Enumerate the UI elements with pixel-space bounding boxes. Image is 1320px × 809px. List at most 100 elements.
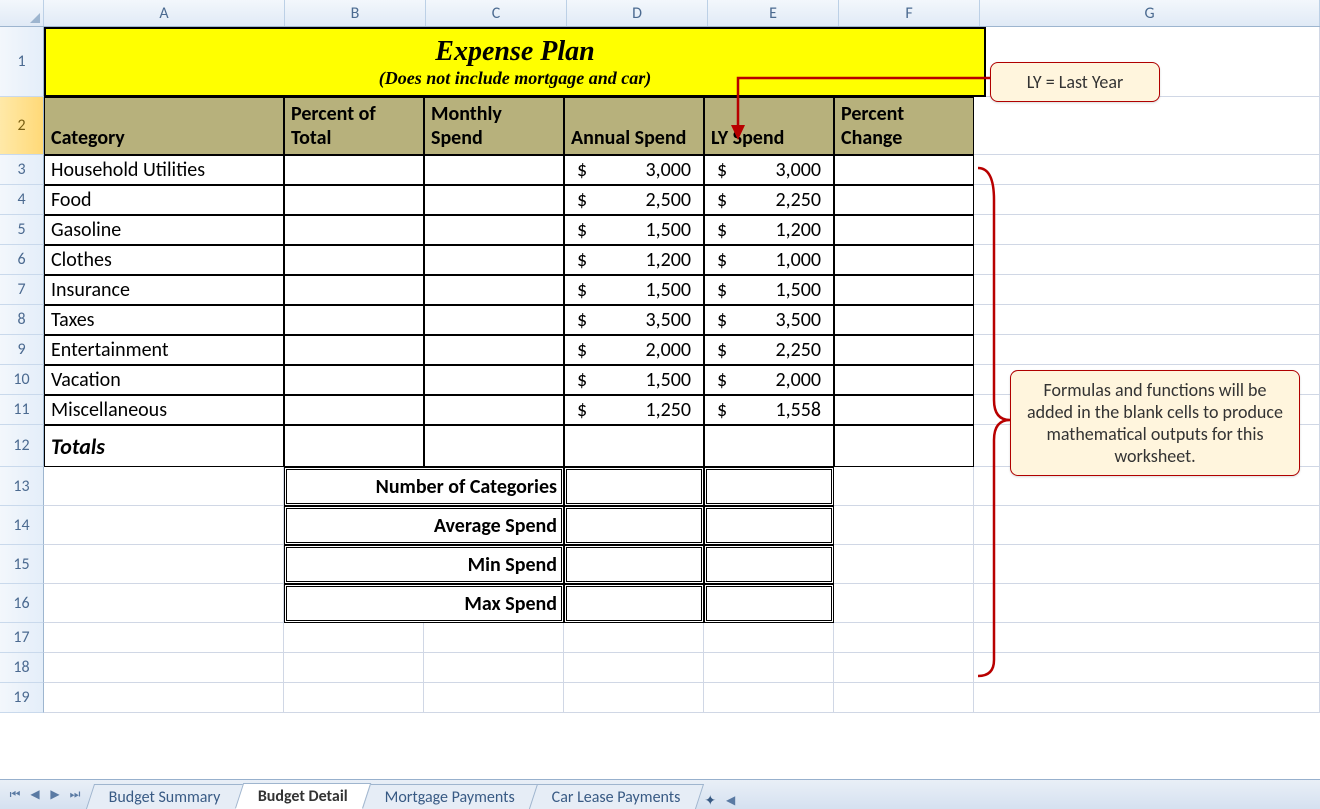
cell-G8[interactable] (974, 305, 1320, 335)
cell-percent-of-total[interactable] (284, 305, 424, 335)
summary-min-label[interactable]: Min Spend (284, 545, 564, 584)
cell-percent-of-total[interactable] (284, 185, 424, 215)
cell-F15[interactable] (834, 545, 974, 584)
cell-monthly-spend[interactable] (424, 365, 564, 395)
col-header-F[interactable]: F (839, 0, 980, 26)
cell-category-name[interactable]: Vacation (44, 365, 284, 395)
cell-G18[interactable] (974, 653, 1320, 683)
cell-E12[interactable] (704, 425, 834, 467)
cell-annual-spend[interactable]: $1,500 (564, 215, 704, 245)
cell-F17[interactable] (834, 623, 974, 653)
cell-category-name[interactable]: Miscellaneous (44, 395, 284, 425)
cell-annual-spend[interactable]: $3,500 (564, 305, 704, 335)
summary-min-D[interactable] (564, 545, 704, 584)
cell-F19[interactable] (834, 683, 974, 713)
cell-A14[interactable] (44, 506, 284, 545)
cell-percent-of-total[interactable] (284, 395, 424, 425)
cell-C12[interactable] (424, 425, 564, 467)
cell-A19[interactable] (44, 683, 284, 713)
cell-F16[interactable] (834, 584, 974, 623)
cell-B18[interactable] (284, 653, 424, 683)
cell-E17[interactable] (704, 623, 834, 653)
cell-percent-change[interactable] (834, 185, 974, 215)
cell-annual-spend[interactable]: $2,500 (564, 185, 704, 215)
cell-D19[interactable] (564, 683, 704, 713)
cell-monthly-spend[interactable] (424, 185, 564, 215)
cell-category-name[interactable]: Food (44, 185, 284, 215)
cell-G6[interactable] (974, 245, 1320, 275)
row-header-8[interactable]: 8 (0, 305, 44, 335)
header-category[interactable]: Category (44, 97, 284, 155)
summary-average-E[interactable] (704, 506, 834, 545)
cell-C17[interactable] (424, 623, 564, 653)
row-header-10[interactable]: 10 (0, 365, 44, 395)
cell-B19[interactable] (284, 683, 424, 713)
cell-D12[interactable] (564, 425, 704, 467)
cell-category-name[interactable]: Gasoline (44, 215, 284, 245)
col-header-D[interactable]: D (567, 0, 708, 26)
cell-A18[interactable] (44, 653, 284, 683)
cell-monthly-spend[interactable] (424, 245, 564, 275)
cell-percent-of-total[interactable] (284, 215, 424, 245)
header-percent-change[interactable]: Percent Change (834, 97, 974, 155)
col-header-E[interactable]: E (708, 0, 839, 26)
cell-percent-of-total[interactable] (284, 245, 424, 275)
tab-budget-summary[interactable]: Budget Summary (86, 784, 244, 809)
cell-ly-spend[interactable]: $3,000 (704, 155, 834, 185)
row-header-17[interactable]: 17 (0, 623, 44, 653)
cell-annual-spend[interactable]: $1,500 (564, 365, 704, 395)
cell-G15[interactable] (974, 545, 1320, 584)
cell-D17[interactable] (564, 623, 704, 653)
cell-A13[interactable] (44, 467, 284, 506)
row-header-13[interactable]: 13 (0, 467, 44, 506)
cell-G4[interactable] (974, 185, 1320, 215)
cell-D18[interactable] (564, 653, 704, 683)
cell-G5[interactable] (974, 215, 1320, 245)
cell-monthly-spend[interactable] (424, 305, 564, 335)
row-header-5[interactable]: 5 (0, 215, 44, 245)
cell-percent-of-total[interactable] (284, 335, 424, 365)
totals-label-cell[interactable]: Totals (44, 425, 284, 467)
summary-num-categories-E[interactable] (704, 467, 834, 506)
summary-max-D[interactable] (564, 584, 704, 623)
cell-G3[interactable] (974, 155, 1320, 185)
cell-ly-spend[interactable]: $1,500 (704, 275, 834, 305)
row-header-7[interactable]: 7 (0, 275, 44, 305)
cell-category-name[interactable]: Household Utilities (44, 155, 284, 185)
cell-E19[interactable] (704, 683, 834, 713)
cell-percent-change[interactable] (834, 155, 974, 185)
cell-annual-spend[interactable]: $1,500 (564, 275, 704, 305)
cell-C19[interactable] (424, 683, 564, 713)
tab-mortgage-payments[interactable]: Mortgage Payments (361, 784, 537, 809)
cell-ly-spend[interactable]: $3,500 (704, 305, 834, 335)
cell-F12[interactable] (834, 425, 974, 467)
cell-monthly-spend[interactable] (424, 215, 564, 245)
row-header-4[interactable]: 4 (0, 185, 44, 215)
cell-G7[interactable] (974, 275, 1320, 305)
tab-nav-prev-icon[interactable]: ◀ (28, 787, 42, 802)
cell-percent-change[interactable] (834, 335, 974, 365)
summary-num-categories-label[interactable]: Number of Categories (284, 467, 564, 506)
col-header-C[interactable]: C (426, 0, 567, 26)
tab-budget-detail[interactable]: Budget Detail (234, 783, 370, 809)
cell-F14[interactable] (834, 506, 974, 545)
row-header-9[interactable]: 9 (0, 335, 44, 365)
cell-percent-of-total[interactable] (284, 155, 424, 185)
cell-monthly-spend[interactable] (424, 335, 564, 365)
row-header-19[interactable]: 19 (0, 683, 44, 713)
cell-category-name[interactable]: Entertainment (44, 335, 284, 365)
cell-A17[interactable] (44, 623, 284, 653)
row-header-11[interactable]: 11 (0, 395, 44, 425)
cell-annual-spend[interactable]: $1,200 (564, 245, 704, 275)
col-header-G[interactable]: G (980, 0, 1320, 26)
cell-ly-spend[interactable]: $1,558 (704, 395, 834, 425)
cell-G17[interactable] (974, 623, 1320, 653)
summary-num-categories-D[interactable] (564, 467, 704, 506)
col-header-A[interactable]: A (44, 0, 285, 26)
cell-percent-change[interactable] (834, 215, 974, 245)
cell-C18[interactable] (424, 653, 564, 683)
cell-percent-of-total[interactable] (284, 275, 424, 305)
cell-percent-of-total[interactable] (284, 365, 424, 395)
summary-max-E[interactable] (704, 584, 834, 623)
header-monthly-spend[interactable]: Monthly Spend (424, 97, 564, 155)
